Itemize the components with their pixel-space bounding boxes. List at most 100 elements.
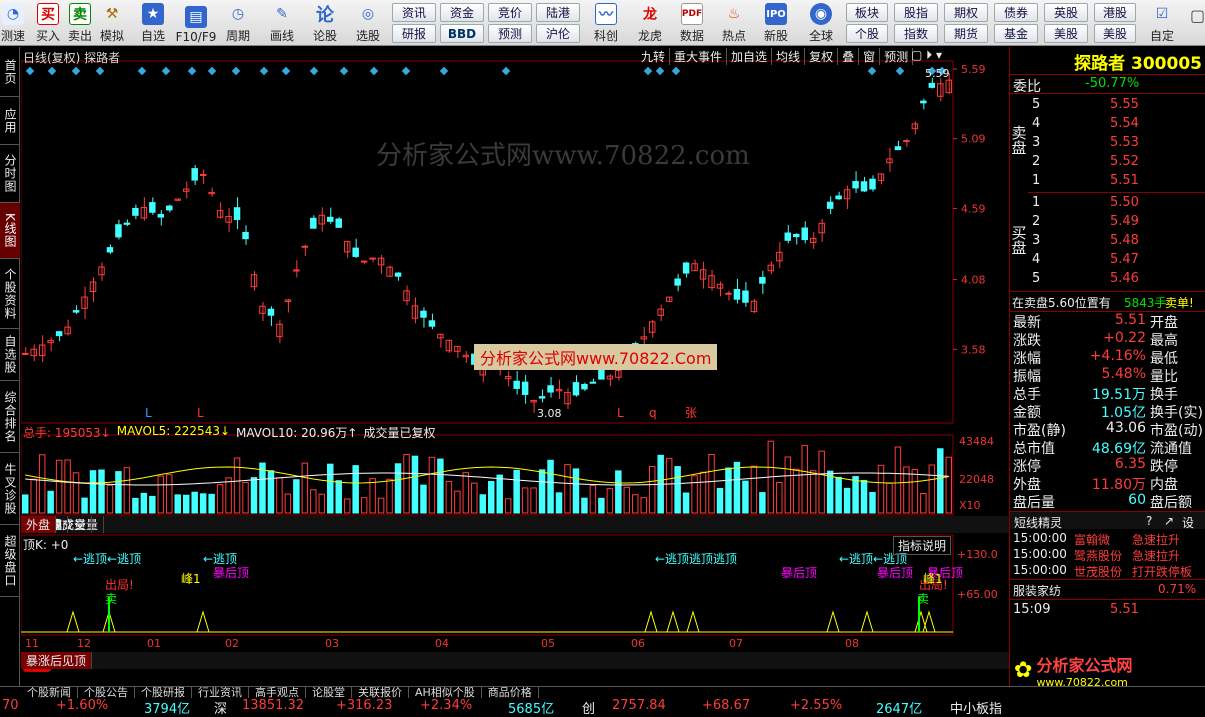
sell-button[interactable]: 卖卖出 <box>66 2 94 44</box>
chart-tool-0[interactable]: 九转 <box>637 48 671 65</box>
grid-btn-zhaiquan[interactable]: 债券 <box>994 3 1038 22</box>
sidebar-tab-home[interactable]: 首页 <box>0 47 20 97</box>
news-tab-5[interactable]: 论股堂 <box>306 687 352 698</box>
draw-button[interactable]: ✎ 画线 <box>262 2 302 44</box>
volume-bar <box>445 480 453 514</box>
sidebar-tab-profile[interactable]: 个股资料 <box>0 259 20 329</box>
main-toolbar: ◔ 测速 买买入 卖卖出 ⚒ 模拟 ★ 自选 ▤ F10/F9 ◷ 周期 ✎ 画线 论论股 … <box>0 0 1205 46</box>
grid-btn-bankuai[interactable]: 板块 <box>846 3 888 22</box>
vol-mavol10: MAVOL10: 20.96万↑ <box>236 426 358 440</box>
grid-btn-zijin[interactable]: 资金 <box>440 3 484 22</box>
ask-row[interactable]: 4 5.54 <box>1010 116 1205 134</box>
bid-row[interactable]: 2 5.49 <box>1010 214 1205 232</box>
grid-btn-zixun[interactable]: 资讯 <box>392 3 436 22</box>
custom-button[interactable]: ☑ 自定 <box>1144 2 1180 44</box>
discuss-button[interactable]: 论论股 <box>310 2 340 44</box>
kline-chart-area[interactable]: 5.59 5.09 4.59 4.08 3.58 5.59 3.08 L L Lq 张 43484 22… <box>21 47 1009 687</box>
grid-btn-jingjia[interactable]: 竞价 <box>488 3 532 22</box>
candle-body <box>860 181 868 192</box>
stockpick-button[interactable]: ◎ 选股 <box>348 2 388 44</box>
chart-mark: L <box>145 406 152 420</box>
grid-btn-guzhi[interactable]: 股指 <box>894 3 938 22</box>
grid-btn-bbd[interactable]: BBD <box>440 24 484 43</box>
ask-row[interactable]: 1 5.51 <box>1010 173 1205 191</box>
sidebar-tab-apps[interactable]: 应用 <box>0 97 20 145</box>
grid-btn-lugang[interactable]: 陆港 <box>536 3 580 22</box>
sidebar-tab-ranking[interactable]: 综合排名 <box>0 381 20 453</box>
news-tab-2[interactable]: 个股研报 <box>135 687 192 698</box>
grid-btn-meigu2[interactable]: 美股 <box>1094 24 1136 43</box>
grid-btn-zhishu[interactable]: 指数 <box>894 24 938 43</box>
grid-btn-qihuo[interactable]: 期货 <box>944 24 988 43</box>
sidebar-tab-kline[interactable]: K线图 <box>0 203 20 259</box>
volume-tab-7[interactable]: 外盘 <box>21 516 57 533</box>
wizard-expand-icon[interactable]: ↗ <box>1164 514 1174 528</box>
buy-button[interactable]: 买买入 <box>34 2 62 44</box>
bid-row[interactable]: 3 5.48 <box>1010 233 1205 251</box>
dragon-tiger-button[interactable]: 龙龙虎 <box>632 2 668 44</box>
toolbar-more-icon[interactable]: ▢ <box>1190 6 1205 40</box>
sidebar-tab-orderbook[interactable]: 超级盘口 <box>0 525 20 597</box>
bid-row[interactable]: 4 5.47 <box>1010 252 1205 270</box>
f10-button[interactable]: ▤ F10/F9 <box>174 2 218 44</box>
hot-button[interactable]: ♨ 热点 <box>716 2 752 44</box>
grid-btn-meigu[interactable]: 美股 <box>1044 24 1088 43</box>
news-tab-3[interactable]: 行业资讯 <box>192 687 249 698</box>
simulate-button[interactable]: ⚒ 模拟 <box>98 2 126 44</box>
stat-row: 振幅 5.48% 量比 <box>1010 366 1205 385</box>
sidebar-tab-diagnosis[interactable]: 牛叉诊股 <box>0 453 20 525</box>
news-tab-8[interactable]: 商品价格 <box>482 687 539 698</box>
volume-bar <box>276 477 283 514</box>
grid-btn-hulun[interactable]: 沪伦 <box>536 24 580 43</box>
stat-value: 5.48% <box>1101 366 1146 382</box>
ask-row[interactable]: 3 5.53 <box>1010 135 1205 153</box>
volume-bar <box>471 482 478 514</box>
wizard-settings-label[interactable]: 设 <box>1182 514 1194 531</box>
stat-value: +0.22 <box>1103 330 1146 346</box>
globe-button[interactable]: ◉ 全球 <box>800 2 842 44</box>
sidebar-tab-watchlist[interactable]: 自选股 <box>0 329 20 381</box>
stat-row: 总市值 48.69亿 流通值 <box>1010 438 1205 457</box>
bid-row[interactable]: 1 5.50 <box>1010 195 1205 213</box>
bid-row[interactable]: 5 5.46 <box>1010 271 1205 289</box>
speedtest-button[interactable]: ◔ 测速 <box>0 2 26 44</box>
grid-btn-ganggu[interactable]: 港股 <box>1094 3 1136 22</box>
chart-tool-1[interactable]: 重大事件 <box>670 48 728 65</box>
grid-btn-yuce[interactable]: 预测 <box>488 24 532 43</box>
grid-btn-yanbao[interactable]: 研报 <box>392 24 436 43</box>
chart-tool-6[interactable]: 窗 <box>859 48 881 65</box>
grid-btn-yinggu[interactable]: 英股 <box>1044 3 1088 22</box>
period-button[interactable]: ◷ 周期 <box>220 2 256 44</box>
wizard-help-icon[interactable]: ? <box>1146 514 1152 528</box>
news-tab-1[interactable]: 个股公告 <box>78 687 135 698</box>
sidebar-tab-timeshare[interactable]: 分时图 <box>0 145 20 203</box>
stat-value: 48.69亿 <box>1091 441 1146 457</box>
chart-extra-icons[interactable]: ▢ ⏵ ▾ <box>911 48 942 63</box>
ask-row[interactable]: 2 5.52 <box>1010 154 1205 172</box>
news-tab-4[interactable]: 高手观点 <box>249 687 306 698</box>
data-button[interactable]: PDF 数据 <box>674 2 710 44</box>
indicator-spike <box>196 610 210 633</box>
indicator-help-button[interactable]: 指标说明 <box>893 536 952 555</box>
star-market-button[interactable]: 〰科创 <box>588 2 624 44</box>
grid-btn-qiquan[interactable]: 期权 <box>944 3 988 22</box>
candle-body <box>793 233 800 238</box>
candle-body <box>327 216 334 222</box>
grid-btn-jijin[interactable]: 基金 <box>994 24 1038 43</box>
ipo-button[interactable]: IPO 新股 <box>758 2 794 44</box>
volume-bar <box>115 471 122 514</box>
watchlist-button[interactable]: ★ 自选 <box>136 2 170 44</box>
indicator-tab-11[interactable]: 暴涨后见顶 <box>21 652 93 669</box>
chart-tool-3[interactable]: 均线 <box>772 48 806 65</box>
news-tab-6[interactable]: 关联报价 <box>352 687 409 698</box>
chart-tool-4[interactable]: 复权 <box>805 48 839 65</box>
chart-tool-2[interactable]: 加自选 <box>727 48 773 65</box>
news-tab-0[interactable]: 个股新闻 <box>21 687 78 698</box>
ask-row[interactable]: 5 5.55 <box>1010 97 1205 115</box>
volume-bar <box>191 491 198 514</box>
grid-btn-gegu[interactable]: 个股 <box>846 24 888 43</box>
volume-bar <box>818 450 825 514</box>
news-tab-7[interactable]: AH相似个股 <box>409 687 482 698</box>
chart-tool-5[interactable]: 叠 <box>838 48 860 65</box>
chart-tool-7[interactable]: 预测 <box>880 48 914 65</box>
